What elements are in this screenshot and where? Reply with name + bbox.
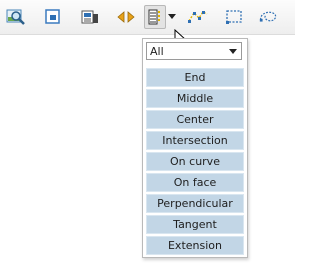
snap-option-center[interactable]: Center (146, 110, 244, 129)
lasso-icon (259, 11, 277, 22)
snap-option-perpendicular[interactable]: Perpendicular (146, 194, 244, 213)
properties-icon (81, 10, 98, 24)
zoom-extents-icon (6, 9, 25, 25)
zoom-extents-button[interactable] (5, 6, 27, 28)
snap-list-button[interactable] (144, 5, 166, 29)
properties-button[interactable] (79, 6, 101, 28)
snap-list-icon (148, 9, 160, 25)
arrows-button[interactable] (115, 6, 137, 28)
snap-option-middle[interactable]: Middle (146, 89, 244, 108)
rect-select-button[interactable] (223, 6, 245, 28)
snap-filter-select[interactable]: All (146, 42, 242, 60)
polyline-snap-icon (188, 11, 208, 23)
snap-filter-value: All (150, 45, 164, 58)
toolbar (0, 0, 295, 35)
rect-select-icon (226, 10, 242, 24)
snap-list-dropdown-arrow-icon[interactable] (168, 14, 176, 19)
snap-option-extension[interactable]: Extension (146, 236, 244, 255)
snap-option-tangent[interactable]: Tangent (146, 215, 244, 234)
chevron-down-icon (229, 49, 237, 54)
frame-button[interactable] (42, 6, 64, 28)
frame-square-icon (45, 9, 60, 24)
polyline-button[interactable] (187, 6, 209, 28)
snap-option-on-curve[interactable]: On curve (146, 152, 244, 171)
lasso-button[interactable] (258, 6, 280, 28)
snap-option-on-face[interactable]: On face (146, 173, 244, 192)
left-right-arrows-icon (117, 11, 135, 23)
snap-dropdown-panel: All End Middle Center Intersection On cu… (142, 38, 248, 258)
snap-option-intersection[interactable]: Intersection (146, 131, 244, 150)
snap-option-end[interactable]: End (146, 68, 244, 87)
